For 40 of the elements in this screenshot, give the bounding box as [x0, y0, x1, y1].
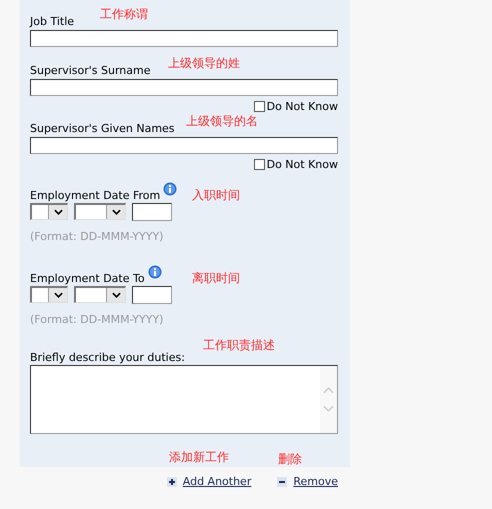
month-dropdown[interactable] [74, 286, 126, 303]
year-input[interactable] [132, 203, 172, 221]
info-icon[interactable] [163, 182, 178, 196]
text-input[interactable] [30, 30, 338, 47]
format-hint: (Format: DD-MMM-YYYY) [30, 313, 164, 326]
action-link[interactable]: Add Another [166, 475, 252, 488]
chevron-icon [54, 209, 62, 215]
text-area[interactable] [30, 365, 338, 434]
day-dropdown[interactable] [30, 203, 68, 220]
annotation-text: 删除 [278, 452, 302, 466]
checkbox[interactable] [254, 101, 265, 112]
year-input[interactable] [132, 286, 172, 304]
checkbox-label[interactable]: Do Not Know [266, 100, 338, 113]
action-link[interactable]: Remove [277, 475, 338, 488]
field-label: Job Title [30, 15, 74, 28]
info-icon[interactable] [148, 265, 162, 279]
format-hint: (Format: DD-MMM-YYYY) [30, 230, 164, 243]
plus-icon [166, 476, 177, 486]
field-label: Supervisor's Surname [30, 64, 151, 77]
chevron-icon [112, 292, 120, 298]
annotation-text: 上级领导的名 [186, 114, 258, 128]
field-label: Briefly describe your duties: [30, 351, 185, 364]
annotation-text: 离职时间 [192, 271, 240, 285]
text-input[interactable] [30, 137, 338, 154]
chevron-icon [112, 209, 120, 215]
checkbox-label[interactable]: Do Not Know [266, 158, 338, 171]
annotation-text: 入职时间 [192, 188, 240, 202]
chevron-icon [54, 292, 62, 298]
annotation-text: 上级领导的姓 [168, 56, 240, 70]
checkbox[interactable] [254, 159, 265, 170]
field-label: Supervisor's Given Names [30, 122, 175, 135]
annotation-text: 工作职责描述 [203, 338, 275, 352]
annotation-text: 添加新工作 [169, 450, 229, 464]
minus-icon [277, 476, 288, 486]
text-input[interactable] [30, 79, 338, 96]
day-dropdown[interactable] [30, 286, 68, 303]
field-label: Employment Date To [30, 272, 145, 285]
field-label: Employment Date From [30, 189, 160, 202]
annotation-text: 工作称谓 [100, 7, 148, 21]
month-dropdown[interactable] [74, 203, 126, 220]
